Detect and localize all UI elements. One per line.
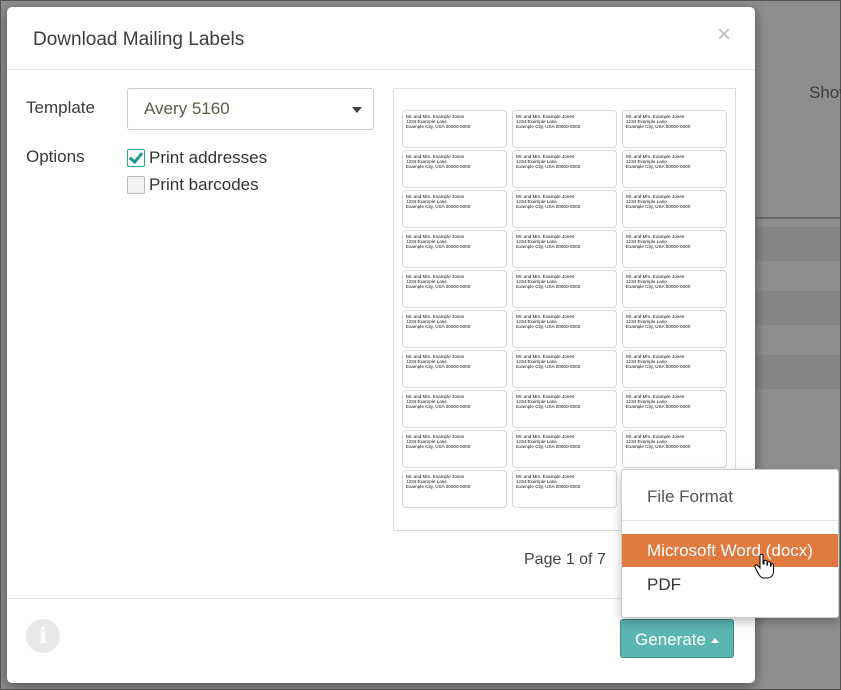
background-divider xyxy=(756,217,840,219)
label-cell: Mr. and Mrs. Example Jones1234 Example L… xyxy=(622,390,727,428)
label-preview: Mr. and Mrs. Example Jones 1234 Example L… xyxy=(393,88,736,531)
label-grid: Mr. and Mrs. Example Jones 1234 Example L… xyxy=(402,110,727,508)
label-line: Example City, USA 00000-0000 xyxy=(626,244,691,249)
label-line: Example City, USA 00000-0000 xyxy=(626,404,691,409)
label-line: Example City, USA 00000-0000 xyxy=(516,284,581,289)
label-cell: Mr. and Mrs. Example Jones1234 Example L… xyxy=(622,310,727,348)
format-option-docx[interactable]: Microsoft Word (docx) xyxy=(622,534,838,567)
label-line: Example City, USA 00000-0000 xyxy=(516,364,581,369)
generate-button-label: Generate xyxy=(635,630,706,649)
caret-up-icon xyxy=(710,638,719,644)
label-cell: Mr. and Mrs. Example Jones1234 Example L… xyxy=(402,390,507,428)
label-line: Example City, USA 00000-0000 xyxy=(406,444,471,449)
close-icon[interactable]: × xyxy=(717,23,731,47)
label-cell: Mr. and Mrs. Example Jones1234 Example L… xyxy=(402,350,507,388)
background-row xyxy=(756,227,840,261)
label-line: Example City, USA 00000-0000 xyxy=(516,324,581,329)
label-cell: Mr. and Mrs. Example Jones1234 Example L… xyxy=(622,430,727,468)
label-line: Example City, USA 00000-0000 xyxy=(406,324,471,329)
file-format-dropdown: File Format Microsoft Word (docx) PDF xyxy=(621,469,839,618)
print-addresses-checkbox[interactable] xyxy=(127,149,145,167)
background-show-text: Show xyxy=(809,83,841,102)
label-cell: Mr. and Mrs. Example Jones1234 Example L… xyxy=(402,270,507,308)
label-line: Example City, USA 00000-0000 xyxy=(406,404,471,409)
label-cell: Mr. and Mrs. Example Jones1234 Example L… xyxy=(512,110,617,148)
background-row xyxy=(756,291,840,325)
print-addresses-label[interactable]: Print addresses xyxy=(149,148,267,168)
label-line: Example City, USA 00000-0000 xyxy=(406,124,471,129)
label-cell: Mr. and Mrs. Example Jones1234 Example L… xyxy=(512,390,617,428)
label-line: Example City, USA 00000-0000 xyxy=(516,164,581,169)
hand-pointer-icon xyxy=(754,553,774,579)
label-line: Example City, USA 00000-0000 xyxy=(406,164,471,169)
label-line: Example City, USA 00000-0000 xyxy=(626,284,691,289)
options-label: Options xyxy=(26,147,85,166)
label-cell: Mr. and Mrs. Example Jones1234 Example L… xyxy=(512,150,617,188)
label-line: Example City, USA 00000-0000 xyxy=(516,444,581,449)
label-cell: Mr. and Mrs. Example Jones1234 Example L… xyxy=(402,110,507,148)
label-cell: Mr. and Mrs. Example Jones1234 Example L… xyxy=(402,470,507,508)
label-line: Example City, USA 00000-0000 xyxy=(406,244,471,249)
label-cell: Mr. and Mrs. Example Jones1234 Example L… xyxy=(512,350,617,388)
label-line: Example City, USA 00000-0000 xyxy=(406,204,471,209)
label-cell: Mr. and Mrs. Example Jones1234 Example L… xyxy=(402,150,507,188)
print-addresses-option[interactable]: Print addresses xyxy=(127,148,267,168)
background-row xyxy=(756,355,840,389)
label-cell: Mr. and Mrs. Example Jones1234 Example L… xyxy=(622,350,727,388)
label-cell: Mr. and Mrs. Example Jones1234 Example L… xyxy=(622,110,727,148)
label-line: Example City, USA 00000-0000 xyxy=(626,124,691,129)
label-cell: Mr. and Mrs. Example Jones1234 Example L… xyxy=(512,310,617,348)
label-line: Example City, USA 00000-0000 xyxy=(406,364,471,369)
print-barcodes-checkbox[interactable] xyxy=(127,176,145,194)
template-label: Template xyxy=(26,98,95,117)
label-cell: Mr. and Mrs. Example Jones1234 Example L… xyxy=(402,230,507,268)
label-cell: Mr. and Mrs. Example Jones1234 Example L… xyxy=(512,230,617,268)
label-line: Example City, USA 00000-0000 xyxy=(626,204,691,209)
print-barcodes-label[interactable]: Print barcodes xyxy=(149,175,259,195)
label-line: Example City, USA 00000-0000 xyxy=(516,124,581,129)
label-cell: Mr. and Mrs. Example Jones1234 Example L… xyxy=(512,190,617,228)
label-line: Example City, USA 00000-0000 xyxy=(516,244,581,249)
print-barcodes-option[interactable]: Print barcodes xyxy=(127,175,259,195)
label-line: Example City, USA 00000-0000 xyxy=(516,404,581,409)
label-cell: Mr. and Mrs. Example Jones1234 Example L… xyxy=(622,230,727,268)
label-line: Example City, USA 00000-0000 xyxy=(516,484,581,489)
label-line: Example City, USA 00000-0000 xyxy=(626,164,691,169)
template-select-value: Avery 5160 xyxy=(144,99,230,118)
label-cell: Mr. and Mrs. Example Jones1234 Example L… xyxy=(622,270,727,308)
format-option-pdf[interactable]: PDF xyxy=(622,568,838,601)
modal-header: Download Mailing Labels × xyxy=(7,7,755,70)
label-cell: Mr. and Mrs. Example Jones1234 Example L… xyxy=(402,190,507,228)
dropdown-header: File Format xyxy=(647,487,733,506)
label-cell: Mr. and Mrs. Example Jones1234 Example L… xyxy=(622,150,727,188)
label-line: Example City, USA 00000-0000 xyxy=(406,284,471,289)
caret-down-icon xyxy=(352,107,362,113)
label-cell: Mr. and Mrs. Example Jones1234 Example L… xyxy=(512,270,617,308)
dropdown-divider xyxy=(622,520,838,521)
page-indicator: Page 1 of 7 xyxy=(524,551,606,568)
modal-title: Download Mailing Labels xyxy=(33,29,245,50)
info-icon[interactable]: i xyxy=(26,619,60,653)
label-cell: Mr. and Mrs. Example Jones1234 Example L… xyxy=(512,430,617,468)
label-line: Example City, USA 00000-0000 xyxy=(626,364,691,369)
label-line: Example City, USA 00000-0000 xyxy=(626,444,691,449)
generate-button[interactable]: Generate xyxy=(620,619,734,658)
label-line: Example City, USA 00000-0000 xyxy=(406,484,471,489)
label-cell: Mr. and Mrs. Example Jones1234 Example L… xyxy=(622,190,727,228)
template-select[interactable]: Avery 5160 xyxy=(127,88,374,130)
label-line: Example City, USA 00000-0000 xyxy=(516,204,581,209)
label-cell: Mr. and Mrs. Example Jones1234 Example L… xyxy=(512,470,617,508)
label-cell: Mr. and Mrs. Example Jones1234 Example L… xyxy=(402,430,507,468)
label-line: Example City, USA 00000-0000 xyxy=(626,324,691,329)
label-cell: Mr. and Mrs. Example Jones1234 Example L… xyxy=(402,310,507,348)
